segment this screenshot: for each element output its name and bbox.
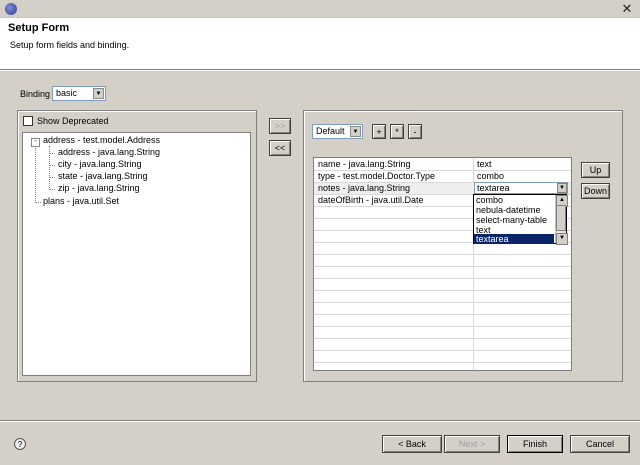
widget-cell-editor-value: textarea <box>477 183 510 193</box>
remove-field-button[interactable]: << <box>269 140 291 156</box>
close-icon[interactable]: ✕ <box>619 1 635 17</box>
widget-dropdown-list[interactable]: combo nebula-datetime select-many-table … <box>473 194 568 245</box>
tree-item-plans[interactable]: plans - java.util.Set <box>43 196 119 206</box>
row-line <box>314 266 571 267</box>
tree-line <box>49 153 55 154</box>
row-line <box>314 314 571 315</box>
chevron-down-icon[interactable]: ▼ <box>93 88 104 99</box>
page-description: Setup form fields and binding. <box>10 40 130 50</box>
remove-layout-button[interactable]: - <box>408 124 422 139</box>
tree-item-address[interactable]: address - test.model.Address <box>43 135 160 145</box>
table-cell-field[interactable]: type - test.model.Doctor.Type <box>318 171 435 181</box>
tree-line <box>35 202 41 203</box>
tree-item-city[interactable]: city - java.lang.String <box>58 159 142 169</box>
table-cell-widget[interactable]: text <box>477 159 492 169</box>
binding-combo[interactable]: basic ▼ <box>52 86 106 101</box>
row-line <box>314 350 571 351</box>
field-tree[interactable]: - address - test.model.Address address -… <box>22 132 251 376</box>
table-cell-field[interactable]: dateOfBirth - java.util.Date <box>318 195 424 205</box>
row-line <box>314 326 571 327</box>
tree-item-state[interactable]: state - java.lang.String <box>58 171 148 181</box>
layout-combo[interactable]: Default ▼ <box>312 124 363 139</box>
cancel-button[interactable]: Cancel <box>570 435 630 453</box>
chevron-down-icon[interactable]: ▼ <box>557 183 567 193</box>
tree-item-zip[interactable]: zip - java.lang.String <box>58 183 140 193</box>
row-line <box>314 290 571 291</box>
row-line <box>314 302 571 303</box>
row-line <box>314 362 571 363</box>
table-cell-field[interactable]: notes - java.lang.String <box>318 183 410 193</box>
help-icon[interactable]: ? <box>14 438 26 450</box>
tree-line <box>49 177 55 178</box>
back-button[interactable]: < Back <box>382 435 442 453</box>
header-separator <box>0 70 640 72</box>
row-line <box>314 338 571 339</box>
layout-combo-value: Default <box>316 126 345 136</box>
add-layout-button[interactable]: + <box>372 124 386 139</box>
window-titlebar <box>0 0 640 18</box>
move-down-button[interactable]: Down <box>581 183 610 199</box>
show-deprecated-checkbox[interactable] <box>23 116 33 126</box>
chevron-down-icon[interactable]: ▼ <box>350 126 361 137</box>
dropdown-option-combo[interactable]: combo <box>476 195 503 205</box>
dropdown-option-textarea[interactable]: textarea <box>476 234 509 244</box>
row-line <box>314 278 571 279</box>
star-layout-button[interactable]: * <box>390 124 404 139</box>
scroll-thumb[interactable] <box>556 205 566 231</box>
tree-line <box>49 165 55 166</box>
scroll-down-icon[interactable]: ▼ <box>556 233 568 245</box>
table-cell-field[interactable]: name - java.lang.String <box>318 159 411 169</box>
tree-line <box>35 146 36 203</box>
dropdown-option-nebula-datetime[interactable]: nebula-datetime <box>476 205 541 215</box>
tree-line <box>49 189 55 190</box>
table-cell-widget[interactable]: combo <box>477 171 504 181</box>
eclipse-icon <box>5 3 17 15</box>
widget-cell-editor[interactable]: textarea ▼ <box>474 182 568 194</box>
dropdown-option-select-many-table[interactable]: select-many-table <box>476 215 547 225</box>
footer-separator <box>0 420 640 422</box>
add-field-button[interactable]: >> <box>269 118 291 134</box>
next-button[interactable]: Next > <box>444 435 500 453</box>
dropdown-scrollbar[interactable]: ▲ ▼ <box>555 195 568 245</box>
tree-item-address-string[interactable]: address - java.lang.String <box>58 147 160 157</box>
binding-combo-value: basic <box>56 88 78 98</box>
fields-table[interactable]: name - java.lang.String text type - test… <box>313 157 572 371</box>
binding-label: Binding <box>20 89 51 99</box>
show-deprecated-label: Show Deprecated <box>37 116 109 126</box>
page-title: Setup Form <box>8 22 70 34</box>
finish-button[interactable]: Finish <box>507 435 563 453</box>
move-up-button[interactable]: Up <box>581 162 610 178</box>
row-line <box>314 254 571 255</box>
